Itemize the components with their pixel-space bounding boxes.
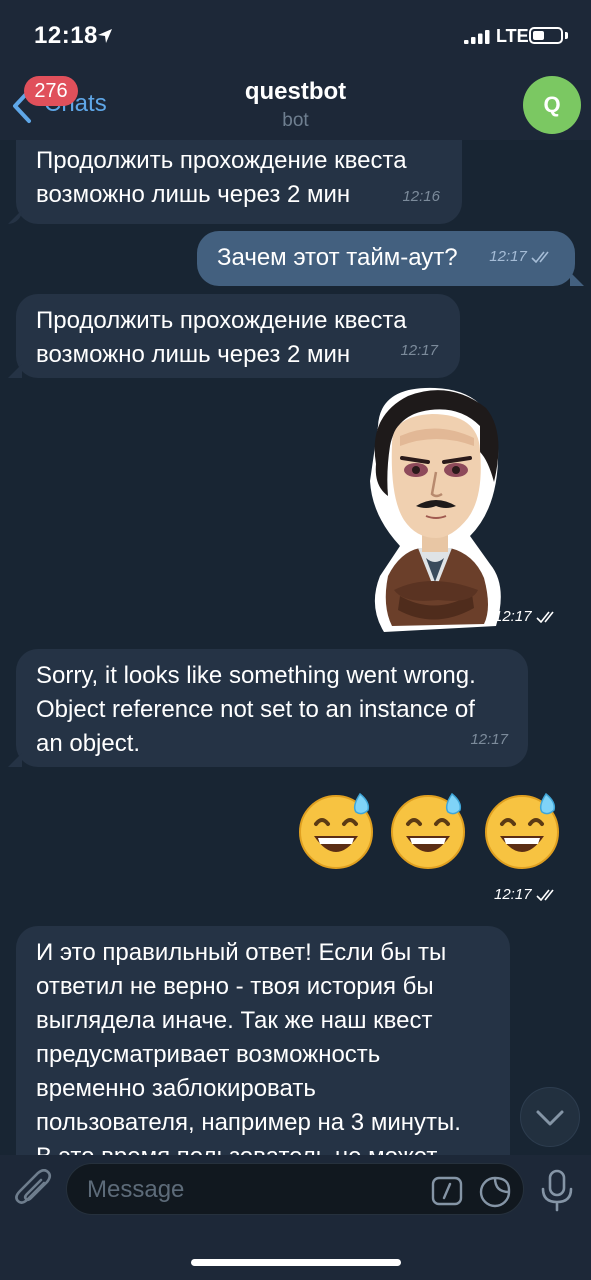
location-arrow-icon [98, 29, 112, 43]
emoji-message[interactable] [296, 788, 566, 874]
message-time: 12:16 [402, 188, 440, 205]
double-check-icon [531, 251, 549, 264]
status-bar: 12:18 LTE [0, 0, 591, 70]
network-type: LTE [496, 26, 529, 46]
signal-bars-icon [464, 30, 490, 44]
status-time: 12:18 [34, 22, 98, 49]
double-check-icon [536, 889, 554, 902]
scroll-down-button[interactable] [520, 1087, 580, 1147]
bubble-tail [8, 210, 22, 224]
message-time: 12:17 [470, 731, 508, 748]
message-text: Продолжить прохождение квеста возможно л… [36, 147, 407, 208]
sweat-smile-emoji-icon [485, 792, 559, 869]
chat-subtitle: bot [282, 110, 309, 131]
message-text: Продолжить прохождение квеста возможно л… [36, 307, 407, 368]
emoji-time: 12:17 [494, 886, 560, 903]
paperclip-icon[interactable] [14, 1169, 54, 1211]
home-indicator [191, 1259, 401, 1266]
sticker-poe[interactable] [360, 386, 510, 638]
message-incoming[interactable]: Sorry, it looks like something went wron… [16, 649, 528, 767]
message-text: Sorry, it looks like something went wron… [36, 662, 476, 757]
message-text: И это правильный ответ! Если бы ты ответ… [36, 939, 461, 1155]
sticker-time-value: 12:17 [494, 608, 532, 625]
message-time: 12:17 [489, 240, 555, 274]
message-outgoing[interactable]: Зачем этот тайм-аут? 12:17 [197, 231, 575, 286]
bubble-tail [8, 364, 22, 378]
message-list[interactable]: Продолжить прохождение квеста возможно л… [0, 140, 591, 1155]
message-incoming[interactable]: И это правильный ответ! Если бы ты ответ… [16, 926, 510, 1155]
chevron-down-icon [536, 1110, 564, 1126]
sweat-smile-emoji-icon [299, 792, 373, 869]
message-incoming[interactable]: Продолжить прохождение квеста возможно л… [16, 294, 460, 378]
double-check-icon [536, 611, 554, 624]
battery-icon [529, 27, 563, 44]
bubble-tail [570, 272, 584, 286]
chat-title[interactable]: questbot [0, 78, 591, 106]
bot-command-icon[interactable] [431, 1176, 463, 1206]
battery-cap [565, 32, 568, 39]
sticker-icon[interactable] [479, 1176, 511, 1208]
message-time-value: 12:17 [489, 248, 527, 265]
chat-header: Chats 276 questbot bot Q [0, 70, 591, 140]
sweat-smile-emoji-icon [391, 792, 465, 869]
message-incoming[interactable]: Продолжить прохождение квеста возможно л… [16, 140, 462, 224]
microphone-icon[interactable] [540, 1169, 574, 1213]
sticker-time: 12:17 [494, 608, 560, 625]
composer: Message [0, 1155, 591, 1280]
message-input[interactable]: Message [66, 1163, 524, 1215]
emoji-time-value: 12:17 [494, 886, 532, 903]
message-time: 12:17 [400, 342, 438, 359]
avatar[interactable]: Q [523, 76, 581, 134]
message-placeholder: Message [87, 1176, 185, 1203]
